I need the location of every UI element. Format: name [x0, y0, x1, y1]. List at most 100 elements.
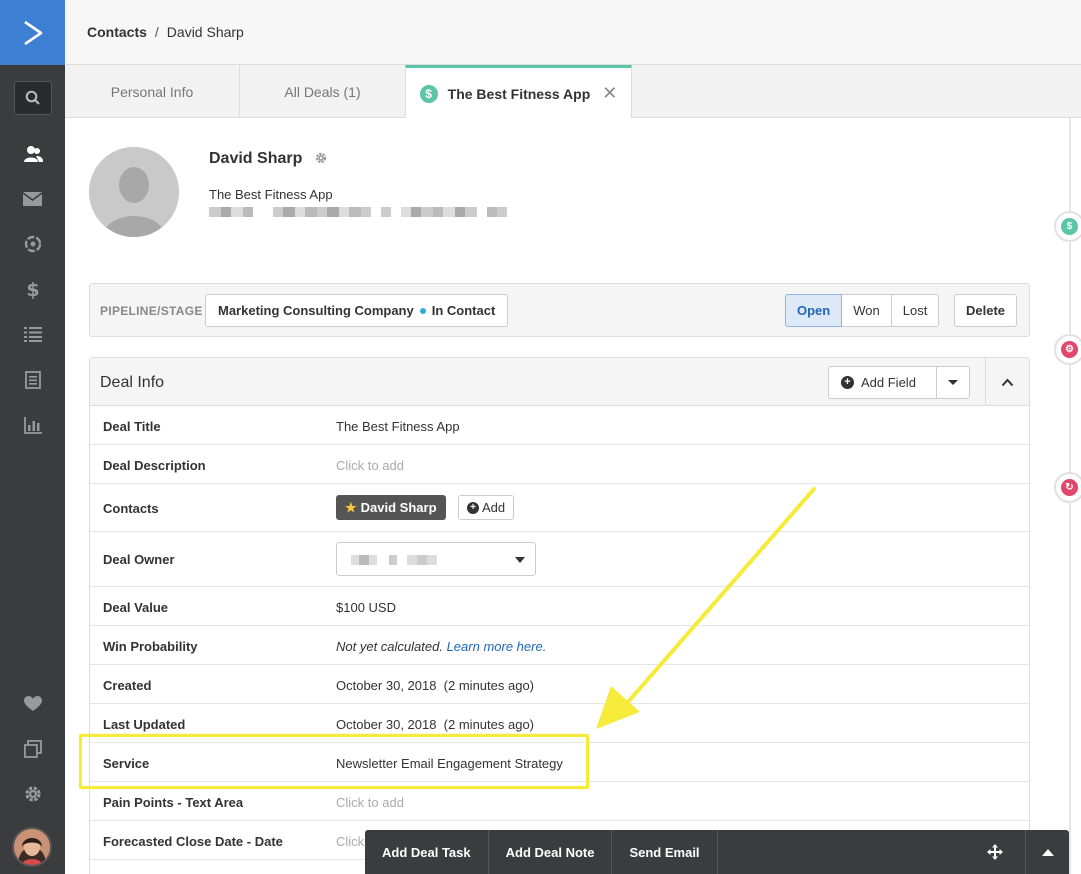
field-value[interactable]: $100 USD	[336, 600, 396, 615]
refresh-icon: ↻	[1061, 479, 1078, 496]
field-value: October 30, 2018 (2 minutes ago)	[336, 678, 535, 693]
field-row-last-updated: Last Updated October 30, 2018 (2 minutes…	[90, 704, 1029, 743]
status-won-button[interactable]: Won	[842, 294, 892, 327]
dollar-icon: $	[419, 84, 438, 103]
top-bar: Contacts / David Sharp	[65, 0, 1081, 65]
list-icon	[23, 327, 42, 342]
user-avatar[interactable]	[12, 827, 52, 867]
add-field-button[interactable]: + Add Field	[829, 367, 937, 398]
tab-label: The Best Fitness App	[447, 85, 591, 102]
svg-text:$: $	[26, 279, 39, 299]
field-value-placeholder[interactable]: Click to add	[336, 795, 404, 810]
close-tab-icon[interactable]: ✕	[602, 83, 617, 104]
contact-name: David Sharp	[209, 150, 303, 167]
deal-info-header: Deal Info + Add Field	[90, 358, 1029, 406]
pipeline-name: Marketing Consulting Company	[218, 303, 414, 318]
collapse-panel-button[interactable]	[985, 358, 1029, 406]
field-value-placeholder[interactable]: Click to add	[336, 458, 404, 473]
field-row-contacts: Contacts ★ David Sharp + Add	[90, 484, 1029, 532]
move-bar-handle[interactable]	[965, 830, 1025, 874]
tab-personal-info[interactable]: Personal Info	[65, 65, 240, 118]
add-deal-task-button[interactable]: Add Deal Task	[365, 830, 489, 874]
tab-deal-best-fitness-app[interactable]: $ The Best Fitness App ✕	[405, 65, 632, 119]
envelope-icon	[23, 192, 42, 206]
deal-owner-select[interactable]	[336, 542, 536, 576]
chevron-up-icon	[1001, 378, 1014, 386]
field-value[interactable]: Newsletter Email Engagement Strategy	[336, 756, 563, 771]
automation-gear-icon	[24, 235, 41, 253]
field-row-deal-description[interactable]: Deal Description Click to add	[90, 445, 1029, 484]
windows-icon	[23, 740, 42, 758]
field-label: Service	[103, 756, 150, 771]
timeline-automation-event[interactable]: ⚙	[1054, 334, 1081, 365]
breadcrumb: Contacts / David Sharp	[87, 24, 244, 40]
add-contact-label: Add	[482, 500, 506, 515]
learn-more-link[interactable]: Learn more here.	[447, 639, 547, 654]
sidebar-item-automations[interactable]	[0, 229, 65, 259]
bar-chart-icon	[23, 416, 42, 434]
field-label: Win Probability	[103, 639, 198, 654]
tab-all-deals[interactable]: All Deals (1)	[240, 65, 406, 118]
chevron-down-icon	[948, 379, 958, 385]
field-value-placeholder[interactable]: Click	[336, 834, 364, 849]
caret-up-icon	[1041, 848, 1054, 856]
timeline-update-event[interactable]: ↻	[1054, 472, 1081, 503]
breadcrumb-contacts-link[interactable]: Contacts	[87, 24, 147, 40]
expand-bar-button[interactable]	[1025, 830, 1069, 874]
sidebar-item-reports[interactable]	[0, 410, 65, 440]
field-label: Pain Points - Text Area	[103, 795, 244, 810]
breadcrumb-separator: /	[154, 24, 159, 40]
sidebar-item-forms[interactable]	[0, 365, 65, 395]
timeline-deal-event[interactable]: $	[1054, 211, 1081, 242]
status-lost-button[interactable]: Lost	[891, 294, 940, 327]
pipeline-stage-label: PIPELINE/STAGE	[100, 304, 203, 318]
sidebar-item-favorites[interactable]	[0, 689, 65, 719]
sidebar-item-contacts[interactable]	[0, 139, 65, 169]
dollar-icon: $	[1061, 218, 1078, 235]
sidebar-item-apps[interactable]	[0, 734, 65, 764]
delete-deal-button[interactable]: Delete	[954, 294, 1018, 327]
field-label: Last Updated	[103, 717, 186, 732]
pipeline-stage-bar: PIPELINE/STAGE Marketing Consulting Comp…	[89, 283, 1030, 337]
app-logo[interactable]	[0, 0, 65, 65]
pipeline-stage-selector[interactable]: Marketing Consulting Company In Contact	[205, 294, 509, 327]
plus-circle-icon: +	[467, 501, 479, 514]
field-row-service[interactable]: Service Newsletter Email Engagement Stra…	[90, 743, 1029, 782]
contact-company: The Best Fitness App	[209, 187, 333, 202]
field-row-deal-value[interactable]: Deal Value $100 USD	[90, 587, 1029, 626]
sidebar-item-deals[interactable]: $	[0, 274, 65, 304]
sidebar-item-campaigns[interactable]	[0, 184, 65, 214]
field-row-pain-points[interactable]: Pain Points - Text Area Click to add	[90, 782, 1029, 821]
send-email-button[interactable]: Send Email	[612, 830, 718, 874]
move-arrows-icon	[987, 844, 1003, 860]
tab-label: All Deals (1)	[284, 83, 361, 100]
sidebar-item-lists[interactable]	[0, 319, 65, 349]
field-value: Not yet calculated. Learn more here.	[336, 639, 546, 654]
contact-settings-gear-icon[interactable]	[315, 152, 327, 167]
field-value: October 30, 2018 (2 minutes ago)	[336, 717, 535, 732]
redacted-contact-details	[209, 207, 507, 217]
field-row-created: Created October 30, 2018 (2 minutes ago)	[90, 665, 1029, 704]
deal-info-panel: Deal Info + Add Field Deal Title The Best…	[89, 357, 1030, 874]
field-row-deal-owner: Deal Owner	[90, 532, 1029, 587]
bottom-action-bar: Add Deal Task Add Deal Note Send Email	[365, 830, 1069, 874]
sidebar-search-button[interactable]	[14, 81, 52, 115]
add-contact-button[interactable]: + Add	[458, 495, 515, 520]
automation-icon: ⚙	[1061, 341, 1078, 358]
sidebar: $	[0, 0, 65, 874]
field-row-deal-title[interactable]: Deal Title The Best Fitness App	[90, 406, 1029, 445]
plus-circle-icon: +	[841, 376, 854, 389]
sidebar-item-settings[interactable]	[0, 779, 65, 809]
field-label: Created	[103, 678, 152, 693]
field-value[interactable]: The Best Fitness App	[336, 419, 460, 434]
field-label: Contacts	[103, 501, 159, 516]
contact-chip[interactable]: ★ David Sharp	[336, 495, 446, 520]
add-deal-note-button[interactable]: Add Deal Note	[489, 830, 613, 874]
search-icon	[25, 90, 40, 105]
chevron-down-icon	[515, 557, 525, 563]
add-field-dropdown-button[interactable]	[937, 379, 969, 387]
tab-label: Personal Info	[110, 83, 194, 100]
heart-icon	[23, 696, 42, 711]
field-label: Deal Description	[103, 458, 206, 473]
status-open-button[interactable]: Open	[785, 294, 843, 327]
